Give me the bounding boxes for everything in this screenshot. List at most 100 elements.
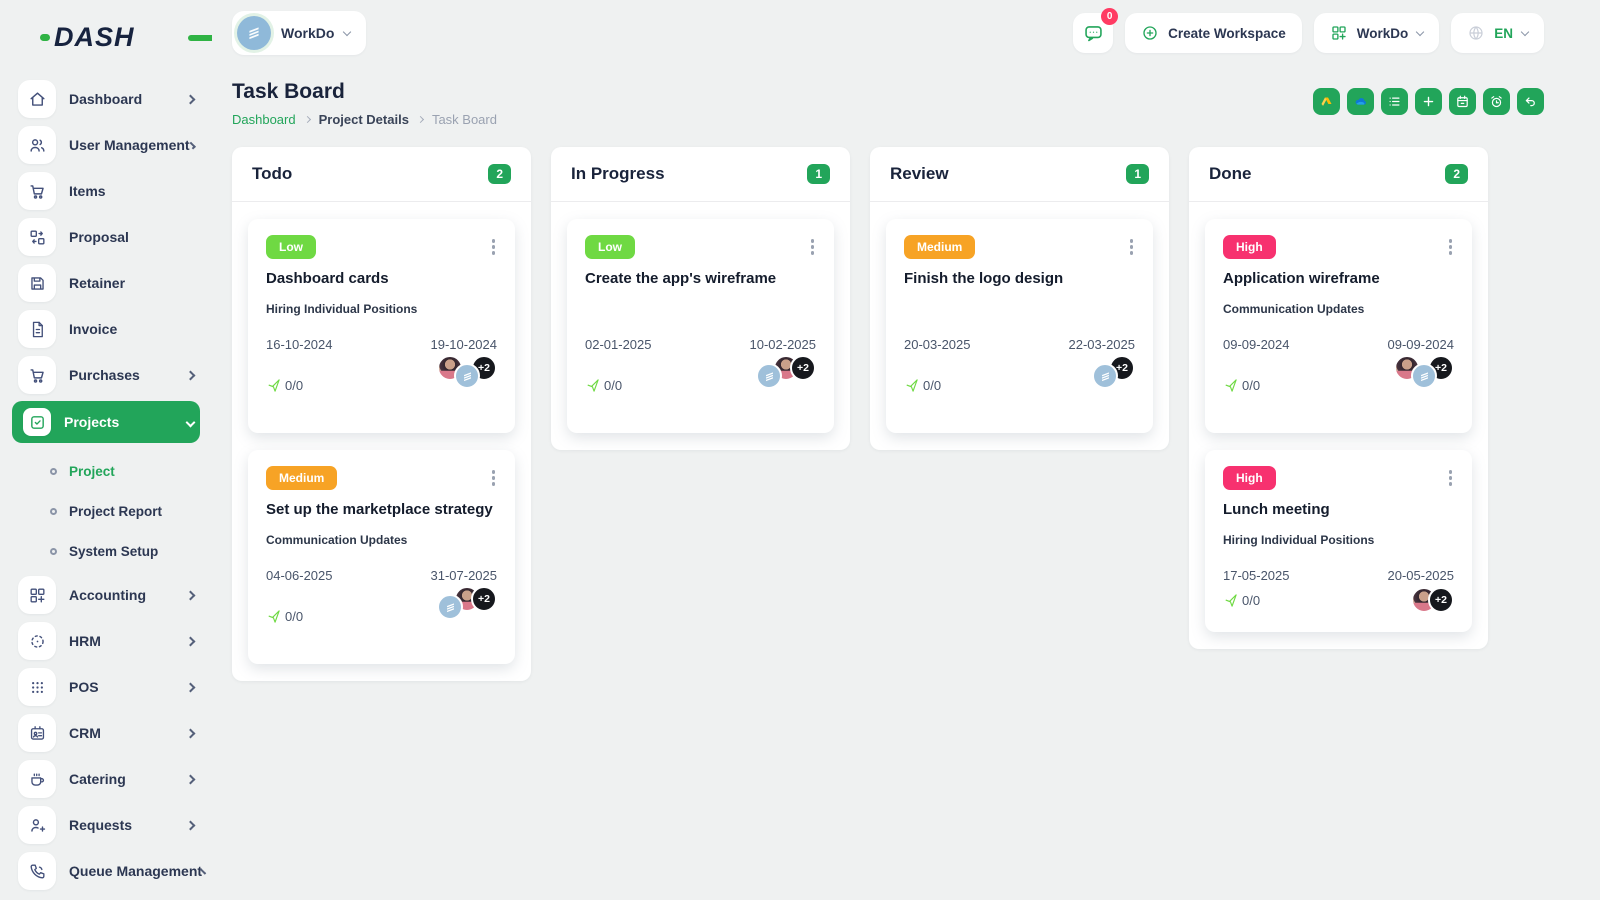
column-header: Todo 2 [232,147,531,202]
chevron-down-icon [1520,27,1530,36]
column-count-badge: 2 [488,164,511,184]
task-milestone: Communication Updates [266,533,408,547]
task-card[interactable]: Medium Set up the marketplace strategy C… [248,450,515,664]
avatar-group: +2 [1394,355,1454,415]
avatar-more-badge[interactable]: +2 [790,355,816,381]
send-icon [268,609,280,623]
sidebar-item-pos[interactable]: POS [12,667,200,707]
column-title: Done [1209,164,1252,183]
onedrive-icon [1355,98,1366,105]
sidebar-item-crm[interactable]: CRM [12,713,200,753]
sidebar-item-items[interactable]: Items [12,171,200,211]
column-header: Review 1 [870,147,1169,202]
breadcrumb: Dashboard Project Details Task Board [232,112,497,127]
column-count-badge: 1 [1126,164,1149,184]
sidebar-item-label: Accounting [69,587,146,603]
sidebar-item-hrm[interactable]: HRM [12,621,200,661]
sidebar-item-purchases[interactable]: Purchases [12,355,200,395]
sidebar-item-queue-management[interactable]: Queue Management [12,851,207,891]
workdo-menu-button[interactable]: WorkDo [1313,13,1440,53]
card-menu-button[interactable] [1128,235,1136,259]
page-title: Task Board [232,80,345,103]
sidebar-subitem-project[interactable]: Project [12,451,200,491]
sidebar-item-proposal[interactable]: Proposal [12,217,200,257]
cart-icon [18,356,56,394]
breadcrumb-project-details-link[interactable]: Project Details [319,112,409,127]
logo-accent-dot [40,34,50,41]
language-selector[interactable]: EN [1451,13,1544,53]
card-menu-button[interactable] [1447,466,1455,490]
sidebar-item-accounting[interactable]: Accounting [12,575,200,615]
bullet-icon [50,507,57,515]
sidebar-item-projects[interactable]: Projects [12,401,200,443]
column-done: Done 2 High Application wireframe Commun… [1189,147,1488,649]
timer-button[interactable] [1483,88,1510,115]
workdo-building-logo [237,16,271,50]
task-card[interactable]: High Application wireframe Communication… [1205,219,1472,433]
chevron-right-icon [185,636,196,646]
sidebar-nav: Dashboard User Management Items Proposal… [0,79,212,891]
sidebar-item-label: User Management [69,137,190,153]
transfer-icon [18,218,56,256]
sidebar-item-user-management[interactable]: User Management [12,125,200,165]
end-date: 20-05-2025 [1387,568,1455,583]
workdo-menu-label: WorkDo [1356,25,1409,41]
task-card[interactable]: Low Dashboard cards Hiring Individual Po… [248,219,515,433]
sidebar-item-invoice[interactable]: Invoice [12,309,200,349]
task-card[interactable]: Low Create the app's wireframe 02-01-202… [567,219,834,433]
avatar-more-badge[interactable]: +2 [1428,587,1454,613]
card-menu-button[interactable] [809,235,817,259]
send-icon [587,378,599,392]
column-todo: Todo 2 Low Dashboard cards Hiring Indivi… [232,147,531,681]
card-menu-button[interactable] [490,235,498,259]
google-drive-button[interactable] [1313,88,1340,115]
grid-plus-icon [18,576,56,614]
messages-button[interactable]: 0 [1073,8,1119,53]
column-body: Low Create the app's wireframe 02-01-202… [551,202,850,450]
sidebar-item-catering[interactable]: Catering [12,759,200,799]
task-title: Finish the logo design [904,270,1064,287]
column-title: In Progress [571,164,665,183]
sidebar-item-label: Invoice [69,321,118,337]
chevron-right-icon [416,115,424,124]
avatar-workdo-logo [1411,363,1437,389]
chevron-down-icon [343,27,352,36]
back-icon [1525,97,1535,107]
avatar-workdo-logo [1092,363,1118,389]
back-button[interactable] [1517,88,1544,115]
onedrive-button[interactable] [1347,88,1374,115]
list-view-button[interactable] [1381,88,1408,115]
calendar-button[interactable] [1449,88,1476,115]
avatar-group: +2 [437,355,497,415]
create-workspace-button[interactable]: Create Workspace [1125,13,1302,53]
app-window: DASH Dashboard User Management Items Pro… [0,0,1600,900]
chat-bubble-icon [1084,25,1102,41]
sidebar-item-label: Items [69,183,106,199]
kanban-board: Todo 2 Low Dashboard cards Hiring Indivi… [232,147,1544,681]
chevron-right-icon [185,94,196,104]
sidebar-item-requests[interactable]: Requests [12,805,200,845]
workspace-selector[interactable]: WorkDo [232,11,367,55]
brand-logo[interactable]: DASH [40,22,212,53]
card-menu-button[interactable] [490,466,498,490]
bullet-icon [50,547,57,555]
dots-grid-icon [18,668,56,706]
sidebar-subitem-system-setup[interactable]: System Setup [12,531,200,571]
sidebar-subitem-project-report[interactable]: Project Report [12,491,200,531]
create-workspace-label: Create Workspace [1168,25,1286,41]
messages-count: 0/0 [285,377,304,393]
sidebar-item-dashboard[interactable]: Dashboard [12,79,200,119]
breadcrumb-dashboard-link[interactable]: Dashboard [232,112,296,127]
add-task-button[interactable] [1415,88,1442,115]
column-title: Todo [252,164,293,183]
task-milestone [904,302,1135,316]
task-card[interactable]: High Lunch meeting Hiring Individual Pos… [1205,450,1472,632]
task-card[interactable]: Medium Finish the logo design 20-03-2025… [886,219,1153,433]
column-header: Done 2 [1189,147,1488,202]
avatar-more-badge[interactable]: +2 [471,586,497,612]
sidebar-item-retainer[interactable]: Retainer [12,263,200,303]
card-menu-button[interactable] [1447,235,1455,259]
checkbox-icon [23,408,51,436]
language-code: EN [1494,25,1513,41]
send-icon [1225,593,1237,607]
